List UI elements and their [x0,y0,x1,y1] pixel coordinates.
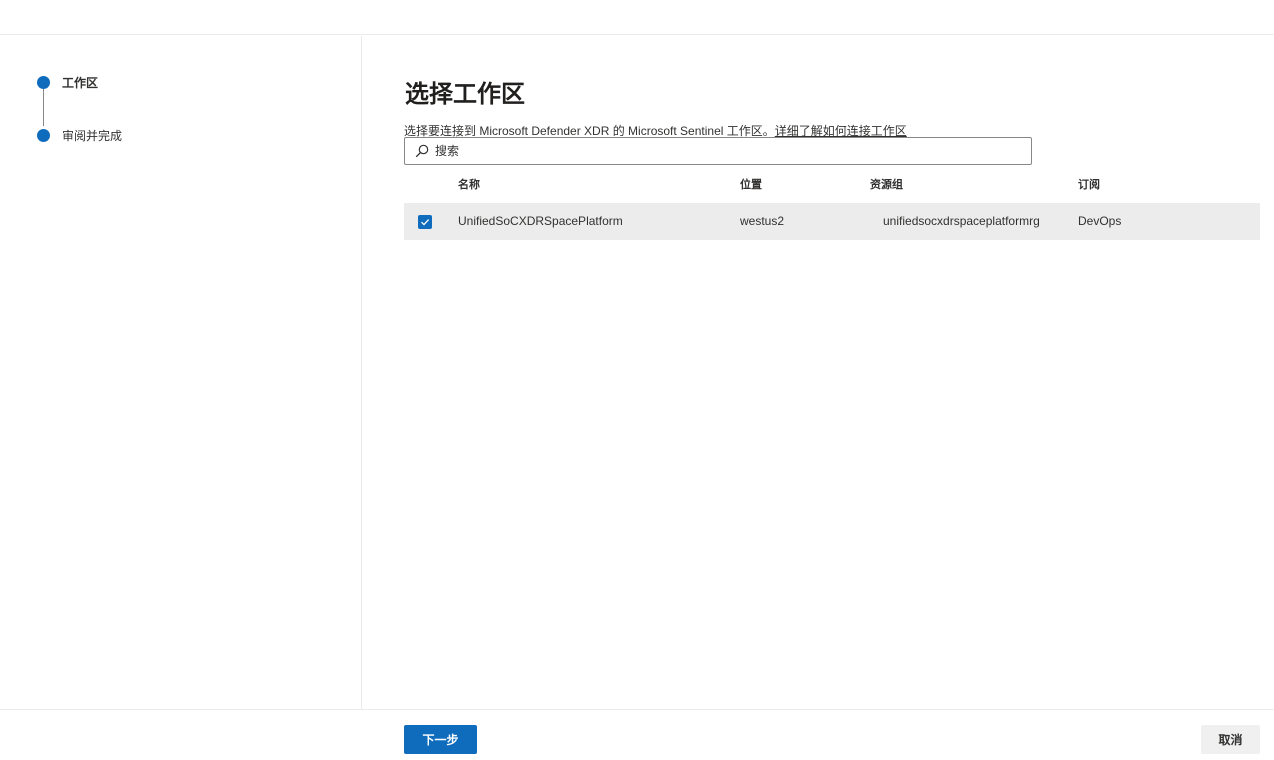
footer: 下一步 取消 [0,709,1274,760]
row-checkbox[interactable] [418,215,432,229]
column-header-subscription[interactable]: 订阅 [1078,176,1100,192]
top-bar [0,0,1274,35]
step-connector [43,89,44,126]
cell-name: UnifiedSoCXDRSpacePlatform [458,214,623,228]
main-content: 选择工作区 选择要连接到 Microsoft Defender XDR 的 Mi… [362,36,1274,709]
step-current-icon [37,76,50,89]
cell-subscription: DevOps [1078,214,1122,228]
search-box[interactable] [404,137,1032,165]
cell-resource-group: unifiedsocxdrspaceplatformrg [883,214,1040,228]
step-upcoming-icon [37,129,50,142]
column-header-name[interactable]: 名称 [458,176,480,192]
step-label: 审阅并完成 [62,129,123,143]
wizard-steps: 工作区 审阅并完成 [0,36,362,709]
search-input[interactable] [435,144,1015,158]
step-label: 工作区 [62,76,99,90]
cell-location: westus2 [740,214,785,228]
column-header-resource-group[interactable]: 资源组 [870,176,903,192]
next-button[interactable]: 下一步 [404,725,477,754]
column-header-location[interactable]: 位置 [740,176,762,192]
cancel-button[interactable]: 取消 [1201,725,1260,754]
learn-more-link[interactable]: 详细了解如何连接工作区 [775,124,907,138]
table-header: 名称 位置 资源组 订阅 [404,170,1260,196]
table-row[interactable]: UnifiedSoCXDRSpacePlatform westus2 unifi… [404,203,1260,240]
step-workspace[interactable]: 工作区 [37,74,98,91]
page-title: 选择工作区 [405,81,525,108]
step-review[interactable]: 审阅并完成 [37,127,122,144]
search-icon [415,144,429,158]
checkmark-icon [421,219,430,226]
description-text: 选择要连接到 Microsoft Defender XDR 的 Microsof… [404,124,775,138]
